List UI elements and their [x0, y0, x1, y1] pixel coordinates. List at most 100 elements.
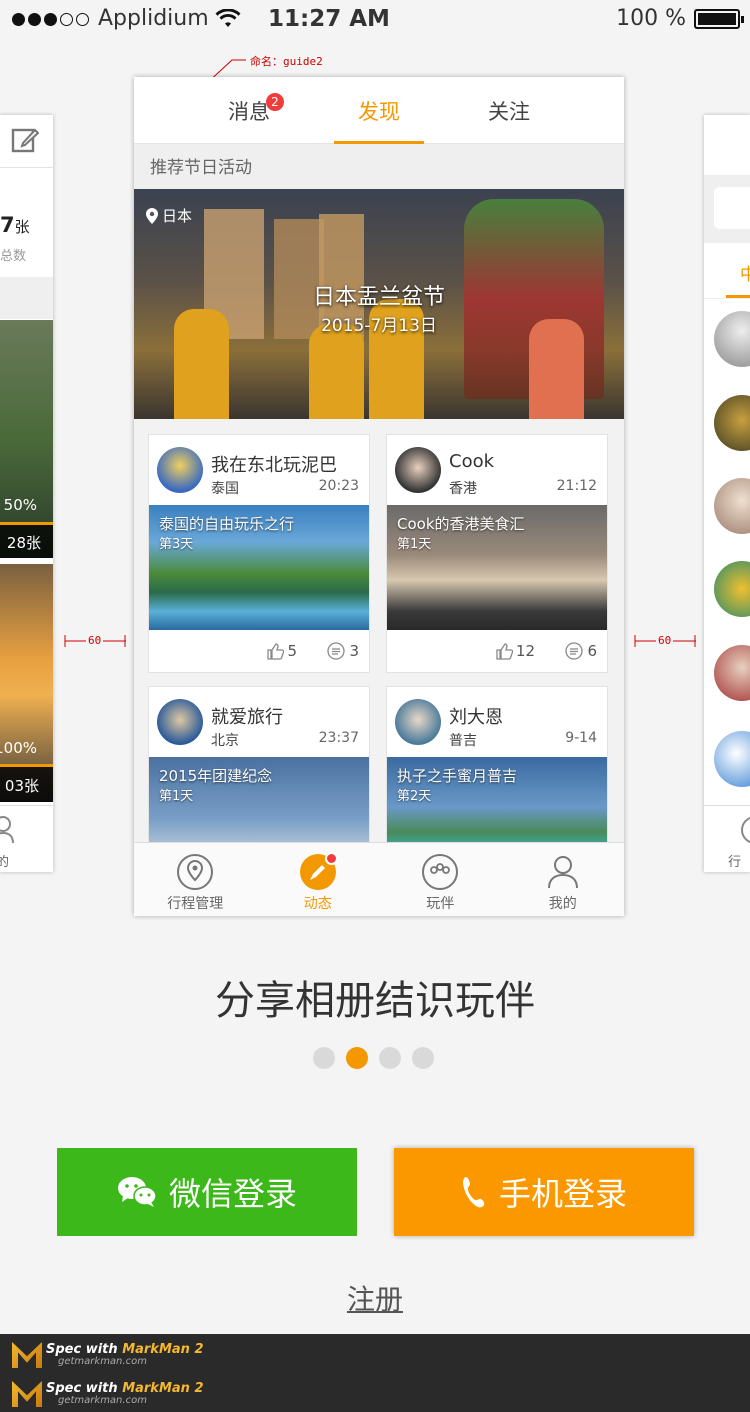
post-card[interactable]: 刘大恩 普吉 9-14 执子之手蜜月普吉 第2天	[386, 686, 608, 882]
post-time: 23:37	[318, 730, 359, 746]
clock: 11:27 AM	[268, 6, 390, 32]
avatar[interactable]	[395, 699, 441, 745]
avatar[interactable]	[714, 645, 750, 701]
wechat-icon	[117, 1177, 157, 1207]
nav-me[interactable]: 我的	[502, 843, 625, 916]
carrier-group: Applidium	[12, 6, 241, 31]
comment-button[interactable]: 3	[327, 642, 359, 660]
album-photos-1: 28张	[6, 534, 41, 552]
comment-icon	[327, 642, 346, 660]
markman-logo-icon	[12, 1381, 42, 1407]
avatar[interactable]	[157, 447, 203, 493]
comment-button[interactable]: 6	[565, 642, 597, 660]
section-title: 推荐节日活动	[134, 144, 624, 189]
post-author[interactable]: Cook	[449, 451, 494, 472]
post-card[interactable]: 我在东北玩泥巴 泰国 20:23 泰国的自由玩乐之行 第3天 5 3	[148, 434, 370, 673]
post-card[interactable]: Cook 香港 21:12 Cook的香港美食汇 第1天 12 6	[386, 434, 608, 673]
page-headline: 分享相册结识玩伴	[215, 978, 535, 1024]
album-thumb-2[interactable]: 100% 03张	[0, 564, 53, 802]
wifi-icon	[215, 8, 241, 27]
battery-percent: 100 %	[616, 6, 686, 31]
post-place: 普吉	[449, 733, 477, 749]
thumb-up-icon	[267, 642, 285, 660]
phone-login-button[interactable]: 手机登录	[394, 1148, 694, 1236]
page-dot[interactable]	[313, 1047, 335, 1069]
tab-messages[interactable]: 消息 2	[184, 77, 314, 144]
status-bar: Applidium 11:27 AM 100 %	[0, 0, 750, 40]
post-time: 9-14	[565, 730, 597, 746]
bottom-nav: 行程管理 动态 玩伴 我的	[134, 842, 624, 916]
post-photo[interactable]: 泰国的自由玩乐之行 第3天	[149, 505, 369, 630]
banner-date: 2015-7月13日	[321, 316, 437, 336]
post-card[interactable]: 就爱旅行 北京 23:37 2015年团建纪念 第1天	[148, 686, 370, 882]
post-photo[interactable]: Cook的香港美食汇 第1天	[387, 505, 607, 630]
avatar[interactable]	[714, 478, 750, 534]
tab-discover[interactable]: 发现	[314, 77, 444, 144]
user-icon	[547, 856, 578, 889]
page-indicator[interactable]	[313, 1047, 434, 1069]
festival-banner[interactable]: 日本 日本盂兰盆节 2015-7月13日	[134, 189, 624, 419]
top-tabs: 消息 2 发现 关注	[134, 77, 624, 144]
comment-icon	[565, 642, 584, 660]
signal-icon	[12, 6, 92, 31]
avatar[interactable]	[714, 561, 750, 617]
count-unit: 张	[14, 218, 30, 236]
photo-day: 第1天	[397, 537, 432, 552]
edit-icon	[11, 128, 39, 153]
avatar[interactable]	[395, 447, 441, 493]
battery-icon	[694, 8, 744, 29]
wechat-login-button[interactable]: 微信登录	[57, 1148, 357, 1236]
phone-screen: 消息 2 发现 关注 推荐节日活动 日本 日本盂兰盆节 2015-7月13日 我…	[134, 77, 624, 916]
post-author[interactable]: 刘大恩	[449, 703, 503, 729]
avatar[interactable]	[714, 731, 750, 787]
annotation-label: 命名：guide2	[250, 55, 323, 68]
page-dot[interactable]	[379, 1047, 401, 1069]
markman-badge: Spec with MarkMan 2 getmarkman.com	[12, 1381, 204, 1407]
battery-group: 100 %	[616, 6, 744, 31]
post-place: 北京	[211, 733, 239, 749]
banner-title: 日本盂兰盆节	[312, 285, 445, 310]
page-dot-active[interactable]	[346, 1047, 368, 1069]
nav-feed[interactable]: 动态	[257, 843, 380, 916]
post-author[interactable]: 就爱旅行	[211, 703, 283, 729]
page-dot[interactable]	[412, 1047, 434, 1069]
map-pin-icon	[177, 854, 214, 890]
right-preview-screen[interactable]: 中 行程	[704, 115, 750, 872]
notification-dot	[324, 852, 338, 865]
count-label: 总数	[0, 249, 27, 264]
nav-companions[interactable]: 玩伴	[379, 843, 502, 916]
markman-watermark: Spec with MarkMan 2 getmarkman.com Spec …	[0, 1334, 750, 1412]
album-progress-1: 50%	[3, 496, 37, 514]
like-button[interactable]: 12	[496, 642, 535, 660]
banner-location: 日本	[146, 205, 192, 226]
like-button[interactable]: 5	[267, 642, 297, 660]
album-thumb-1[interactable]: 50% 28张	[0, 320, 53, 558]
album-photos-2: 03张	[4, 777, 39, 795]
avatar[interactable]	[714, 395, 750, 451]
album-progress-2: 100%	[0, 739, 37, 757]
message-badge: 2	[266, 92, 284, 111]
register-link[interactable]: 注册	[0, 1278, 750, 1318]
markman-logo-icon	[12, 1342, 42, 1368]
photo-title: 泰国的自由玩乐之行	[159, 515, 295, 533]
post-author[interactable]: 我在东北玩泥巴	[211, 451, 337, 477]
left-preview-screen[interactable]: 7张 总数 50% 28张 100% 03张 的	[0, 115, 53, 872]
photo-day: 第2天	[397, 789, 432, 804]
markman-badge: Spec with MarkMan 2 getmarkman.com	[12, 1342, 204, 1368]
tab-follow[interactable]: 关注	[444, 77, 574, 144]
nav-trips[interactable]: 行程管理	[134, 843, 257, 916]
photo-day: 第3天	[159, 537, 194, 552]
avatar[interactable]	[157, 699, 203, 745]
thumb-up-icon	[496, 642, 513, 660]
search-field[interactable]	[714, 187, 750, 229]
tab-label[interactable]: 中	[740, 260, 750, 285]
location-pin-icon	[146, 207, 158, 224]
nav-label: 的	[0, 855, 10, 870]
post-time: 20:23	[318, 478, 359, 494]
nav-label: 行程	[728, 855, 742, 870]
photo-title: Cook的香港美食汇	[397, 515, 525, 533]
photo-title: 执子之手蜜月普吉	[397, 767, 518, 785]
photo-day: 第1天	[159, 789, 194, 804]
post-place: 泰国	[211, 481, 239, 497]
avatar[interactable]	[714, 311, 750, 367]
